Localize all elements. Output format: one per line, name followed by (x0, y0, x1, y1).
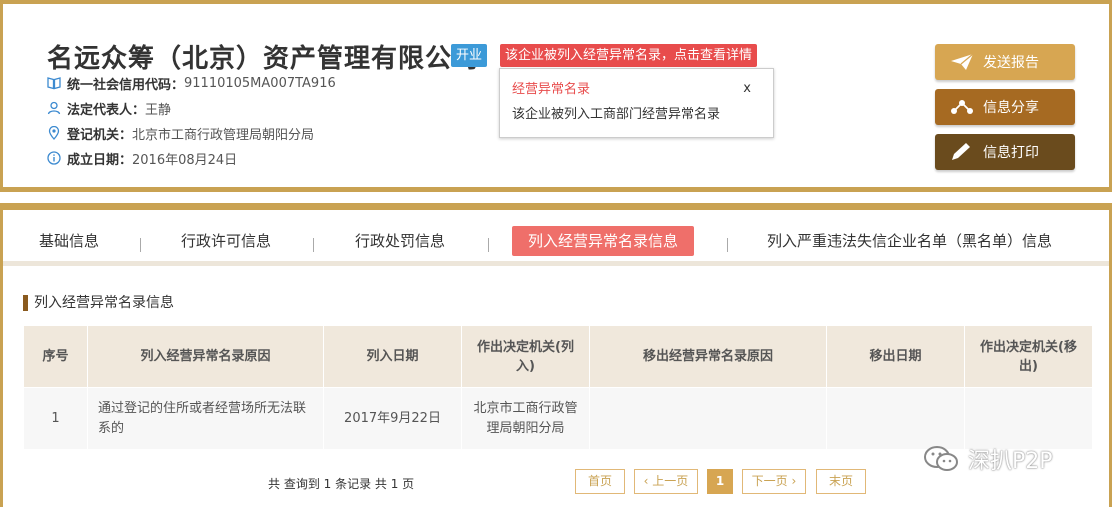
cell-removal-date (826, 387, 965, 450)
column-header: 作出决定机关(移出) (964, 325, 1093, 388)
share-icon (949, 97, 975, 117)
legal-rep-value: 王静 (145, 102, 172, 118)
table-row: 1 通过登记的住所或者经营场所无法联系的 2017年9月22日 北京市工商行政管… (23, 387, 1093, 450)
abnormal-records-table: 序号 列入经营异常名录原因 列入日期 作出决定机关(列入) 移出经营异常名录原因… (23, 325, 1093, 450)
column-header: 移出经营异常名录原因 (589, 325, 827, 388)
prev-page-label: 上一页 (652, 474, 689, 488)
location-icon (47, 125, 61, 140)
cell-index: 1 (23, 387, 88, 450)
send-report-button[interactable]: 发送报告 (935, 44, 1075, 80)
established-date-row: 成立日期： 2016年08月24日 (47, 148, 237, 168)
cell-listing-date: 2017年9月22日 (323, 387, 462, 450)
column-header: 作出决定机关(列入) (461, 325, 590, 388)
table-header-row: 序号 列入经营异常名录原因 列入日期 作出决定机关(列入) 移出经营异常名录原因… (23, 325, 1093, 388)
person-icon (47, 101, 61, 115)
watermark: 深扒P2P (922, 443, 1053, 475)
registration-authority-label: 登记机关： (67, 127, 133, 143)
column-header: 移出日期 (826, 325, 965, 388)
legal-rep-row: 法定代表人： 王静 (47, 98, 171, 118)
credit-code-row: 统一社会信用代码： 91110105MA007TA916 (47, 73, 336, 93)
column-header: 序号 (23, 325, 88, 388)
cell-listing-reason: 通过登记的住所或者经营场所无法联系的 (87, 387, 324, 450)
cell-removal-authority (964, 387, 1093, 450)
next-page-label: 下一页 (751, 474, 788, 488)
company-name: 名远众筹（北京）资产管理有限公司 (47, 44, 480, 74)
watermark-text: 深扒P2P (968, 449, 1053, 474)
registration-authority-value: 北京市工商行政管理局朝阳分局 (132, 127, 315, 143)
registration-authority-row: 登记机关： 北京市工商行政管理局朝阳分局 (47, 123, 314, 143)
tab-abnormal-operations[interactable]: 列入经营异常名录信息 (512, 226, 695, 256)
established-date-label: 成立日期： (67, 152, 133, 168)
tab-divider (488, 238, 489, 252)
prev-page-button[interactable]: ‹ 上一页 (634, 469, 698, 494)
share-info-button[interactable]: 信息分享 (935, 89, 1075, 125)
last-page-button[interactable]: 末页 (816, 469, 866, 494)
tab-divider (313, 238, 314, 252)
send-report-label: 发送报告 (983, 55, 1039, 71)
tab-bar: 基础信息 行政许可信息 行政处罚信息 列入经营异常名录信息 列入严重违法失信企业… (3, 210, 1109, 266)
cell-removal-reason (589, 387, 827, 450)
tooltip-close-button[interactable]: x (743, 81, 751, 96)
tab-administrative-penalty[interactable]: 行政处罚信息 (355, 226, 445, 256)
tooltip-title: 经营异常名录 (512, 82, 591, 97)
legal-rep-label: 法定代表人： (67, 102, 146, 118)
next-page-button[interactable]: 下一页 › (742, 469, 806, 494)
tooltip-body: 该企业被列入工商部门经营异常名录 (512, 107, 721, 122)
first-page-button[interactable]: 首页 (575, 469, 625, 494)
tab-blacklist[interactable]: 列入严重违法失信企业名单（黑名单）信息 (767, 226, 1052, 256)
tab-divider (727, 238, 728, 252)
tab-divider (140, 238, 141, 252)
share-info-label: 信息分享 (983, 100, 1039, 116)
cell-listing-authority: 北京市工商行政管理局朝阳分局 (461, 387, 590, 450)
abnormal-alert-badge[interactable]: 该企业被列入经营异常名录，点击查看详情 (500, 44, 758, 67)
column-header: 列入日期 (323, 325, 462, 388)
column-header: 列入经营异常名录原因 (87, 325, 324, 388)
established-date-value: 2016年08月24日 (132, 152, 238, 168)
company-header-card: 名远众筹（北京）资产管理有限公司 开业 该企业被列入经营异常名录，点击查看详情 … (0, 0, 1112, 192)
credit-code-value: 91110105MA007TA916 (184, 75, 336, 91)
book-icon (47, 76, 61, 90)
current-page-button[interactable]: 1 (707, 469, 733, 494)
pencil-icon (949, 142, 975, 162)
pager-summary: 共 查询到 1 条记录 共 1 页 (268, 477, 415, 491)
credit-code-label: 统一社会信用代码： (67, 77, 185, 93)
abnormal-tooltip: 经营异常名录 x 该企业被列入工商部门经营异常名录 (499, 68, 774, 138)
print-info-button[interactable]: 信息打印 (935, 134, 1075, 170)
paper-plane-icon (949, 52, 975, 72)
wechat-icon (924, 446, 958, 471)
tab-basic-info[interactable]: 基础信息 (39, 226, 99, 256)
print-info-label: 信息打印 (983, 145, 1039, 161)
section-title: 列入经营异常名录信息 (23, 295, 174, 311)
info-icon (47, 151, 61, 165)
status-badge: 开业 (451, 44, 488, 67)
tab-administrative-license[interactable]: 行政许可信息 (181, 226, 271, 256)
